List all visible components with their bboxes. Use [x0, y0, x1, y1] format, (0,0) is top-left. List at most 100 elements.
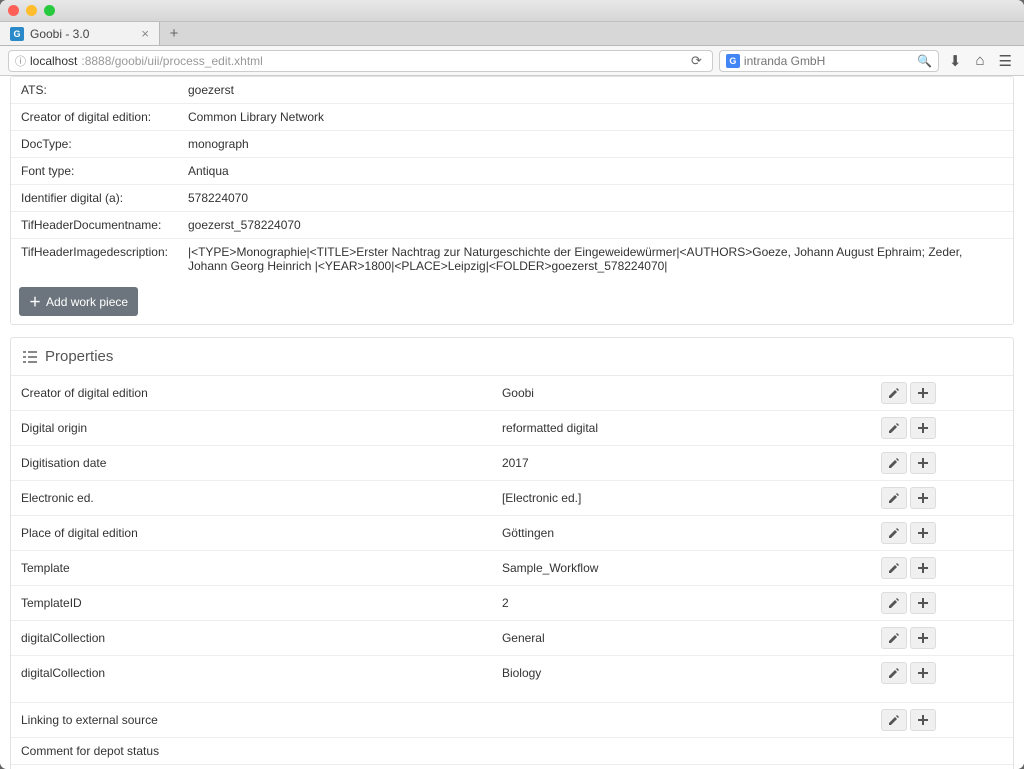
url-path: :8888/goobi/uii/process_edit.xhtml [81, 54, 262, 68]
list-icon [23, 350, 37, 364]
add-button[interactable] [910, 627, 936, 649]
table-row: Creator of digital edition:Common Librar… [11, 104, 1013, 131]
actions-cell [868, 551, 1013, 586]
property-name: Template [11, 551, 492, 586]
address-bar: ⓘ localhost :8888/goobi/uii/process_edit.… [0, 46, 1024, 76]
property-value: Common Library Network [178, 104, 1013, 131]
edit-button[interactable] [881, 487, 907, 509]
table-row: Digitisation date2017 [11, 446, 1013, 481]
property-key: TifHeaderDocumentname: [11, 212, 178, 239]
property-key: Font type: [11, 158, 178, 185]
property-value [492, 738, 868, 765]
edit-button[interactable] [881, 662, 907, 684]
add-button[interactable] [910, 487, 936, 509]
property-name: Creator of digital edition [11, 376, 492, 411]
edit-button[interactable] [881, 452, 907, 474]
edit-button[interactable] [881, 709, 907, 731]
property-name: Digitisation date [11, 446, 492, 481]
downloads-icon[interactable]: ⬇ [945, 52, 966, 70]
url-host: localhost [30, 54, 77, 68]
actions-cell [868, 656, 1013, 691]
window-controls [8, 5, 55, 16]
property-value: Sample_Workflow [492, 551, 868, 586]
add-button[interactable] [910, 592, 936, 614]
magnifier-icon: 🔍 [917, 54, 932, 68]
table-row: digitalCollectionGeneral [11, 621, 1013, 656]
edit-button[interactable] [881, 592, 907, 614]
edit-button[interactable] [881, 557, 907, 579]
property-name: Placeholder card stored in depot [11, 765, 492, 769]
add-button[interactable] [910, 557, 936, 579]
page-content: ATS:goezerstCreator of digital edition:C… [0, 76, 1024, 769]
edit-button[interactable] [881, 417, 907, 439]
table-row: TemplateSample_Workflow [11, 551, 1013, 586]
add-button[interactable] [910, 709, 936, 731]
workpiece-panel: ATS:goezerstCreator of digital edition:C… [10, 76, 1014, 325]
property-name: Comment for depot status [11, 738, 492, 765]
property-name: digitalCollection [11, 656, 492, 691]
property-name: Place of digital edition [11, 516, 492, 551]
property-value [492, 703, 868, 738]
table-row: Linking to external source [11, 703, 1013, 738]
table-row: TemplateID2 [11, 586, 1013, 621]
edit-button[interactable] [881, 522, 907, 544]
property-value: goezerst [178, 77, 1013, 104]
property-value: 2017 [492, 446, 868, 481]
new-tab-button[interactable]: + [160, 22, 188, 45]
table-row: Placeholder card stored in depot [11, 765, 1013, 769]
property-value: monograph [178, 131, 1013, 158]
add-button[interactable] [910, 522, 936, 544]
property-value: Goobi [492, 376, 868, 411]
add-button[interactable] [910, 452, 936, 474]
actions-cell [868, 703, 1013, 738]
property-value: Göttingen [492, 516, 868, 551]
reload-icon[interactable]: ⟳ [687, 53, 706, 69]
add-work-piece-button[interactable]: ＋ Add work piece [19, 287, 138, 316]
tab-title: Goobi - 3.0 [30, 27, 89, 41]
property-value: 2 [492, 586, 868, 621]
property-key: TifHeaderImagedescription: [11, 239, 178, 280]
table-row: digitalCollectionBiology [11, 656, 1013, 691]
add-button[interactable] [910, 662, 936, 684]
property-name: Digital origin [11, 411, 492, 446]
table-row: Comment for depot status [11, 738, 1013, 765]
minimize-window-icon[interactable] [26, 5, 37, 16]
table-row: TifHeaderImagedescription:|<TYPE>Monogra… [11, 239, 1013, 280]
browser-tab[interactable]: G Goobi - 3.0 × [0, 22, 160, 45]
table-row: Creator of digital editionGoobi [11, 376, 1013, 411]
maximize-window-icon[interactable] [44, 5, 55, 16]
property-value: [Electronic ed.] [492, 481, 868, 516]
tab-close-icon[interactable]: × [141, 26, 149, 41]
search-field[interactable]: G 🔍 [719, 50, 939, 72]
property-name: TemplateID [11, 586, 492, 621]
properties-header: Properties [11, 338, 1013, 376]
close-window-icon[interactable] [8, 5, 19, 16]
table-row: Place of digital editionGöttingen [11, 516, 1013, 551]
property-value: goezerst_578224070 [178, 212, 1013, 239]
properties-title: Properties [45, 348, 113, 365]
table-row: Identifier digital (a):578224070 [11, 185, 1013, 212]
actions-cell [868, 481, 1013, 516]
table-row: Electronic ed.[Electronic ed.] [11, 481, 1013, 516]
plus-icon: ＋ [29, 293, 41, 310]
info-icon: ⓘ [15, 53, 26, 69]
edit-button[interactable] [881, 382, 907, 404]
property-key: Creator of digital edition: [11, 104, 178, 131]
home-icon[interactable]: ⌂ [971, 52, 988, 69]
search-input[interactable] [744, 54, 913, 68]
property-name: Linking to external source [11, 703, 492, 738]
property-value: Biology [492, 656, 868, 691]
titlebar [0, 0, 1024, 22]
menu-icon[interactable]: ☰ [995, 52, 1016, 70]
favicon-icon: G [10, 27, 24, 41]
edit-button[interactable] [881, 627, 907, 649]
browser-window: G Goobi - 3.0 × + ⓘ localhost :8888/goobi… [0, 0, 1024, 769]
properties-panel: Properties Creator of digital editionGoo… [10, 337, 1014, 769]
table-row: Font type:Antiqua [11, 158, 1013, 185]
property-value: |<TYPE>Monographie|<TITLE>Erster Nachtra… [178, 239, 1013, 280]
add-button[interactable] [910, 417, 936, 439]
property-key: Identifier digital (a): [11, 185, 178, 212]
url-field[interactable]: ⓘ localhost :8888/goobi/uii/process_edit.… [8, 50, 713, 72]
add-button[interactable] [910, 382, 936, 404]
property-name: digitalCollection [11, 621, 492, 656]
